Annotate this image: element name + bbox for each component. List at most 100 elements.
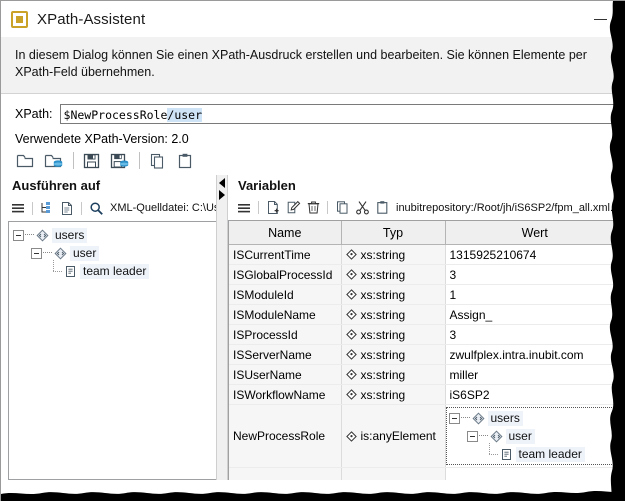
variables-table-container[interactable]: Name Typ Wert ISCurrentTime xs:string 13… bbox=[228, 220, 625, 480]
tree-node-label: team leader bbox=[516, 447, 585, 462]
cell-name: ISGlobalProcessId bbox=[229, 265, 341, 285]
cell-name: ISServerName bbox=[229, 345, 341, 365]
open-file-button[interactable] bbox=[13, 149, 39, 173]
cell-value: 1 bbox=[445, 285, 625, 305]
value-tree[interactable]: users user bbox=[446, 407, 625, 465]
cell-value: miller bbox=[445, 365, 625, 385]
tree-connector bbox=[49, 264, 63, 278]
cell-empty bbox=[229, 468, 341, 480]
text-node-icon bbox=[500, 448, 513, 461]
xpath-value-text: $NewProcessRole bbox=[64, 108, 168, 122]
xpath-version-label: Verwendete XPath-Version: 2.0 bbox=[1, 125, 625, 145]
cell-name: ISProcessId bbox=[229, 325, 341, 345]
tree-connector bbox=[25, 234, 34, 236]
table-row[interactable]: ISProcessId xs:string 3 bbox=[229, 325, 625, 345]
text-node-icon bbox=[64, 265, 77, 278]
xpath-section: XPath: $NewProcessRole/user Verwendete X… bbox=[1, 94, 625, 145]
panel-splitter[interactable] bbox=[216, 175, 228, 480]
copy-icon[interactable] bbox=[332, 198, 352, 218]
paste-button[interactable] bbox=[173, 149, 199, 173]
variables-panel-title: Variablen bbox=[228, 175, 625, 197]
tree-connector bbox=[461, 417, 470, 419]
expand-toggle-icon[interactable] bbox=[449, 413, 460, 424]
cell-type: xs:string bbox=[341, 385, 445, 405]
xpath-label: XPath: bbox=[15, 107, 53, 121]
expand-toggle-icon[interactable] bbox=[31, 248, 42, 259]
toolbar-separator bbox=[81, 202, 82, 215]
tree-node-user[interactable]: user bbox=[449, 427, 622, 445]
variables-table-body: ISCurrentTime xs:string 1315925210674 IS… bbox=[229, 245, 625, 480]
table-row[interactable]: ISModuleId xs:string 1 bbox=[229, 285, 625, 305]
source-tree[interactable]: users user bbox=[8, 221, 216, 480]
cell-type: xs:string bbox=[341, 305, 445, 325]
tree-node-label: user bbox=[506, 429, 535, 444]
toolbar-separator bbox=[32, 202, 33, 215]
expand-toggle-icon[interactable] bbox=[467, 431, 478, 442]
toolbar-separator bbox=[73, 152, 74, 169]
variables-panel: Variablen bbox=[228, 175, 625, 480]
hamburger-menu-icon[interactable] bbox=[234, 198, 254, 218]
save-repository-button[interactable] bbox=[107, 149, 133, 173]
column-header-type[interactable]: Typ bbox=[341, 221, 445, 245]
table-row[interactable]: ISCurrentTime xs:string 1315925210674 bbox=[229, 245, 625, 265]
cut-icon[interactable] bbox=[352, 198, 372, 218]
toolbar-separator bbox=[139, 152, 140, 169]
cell-type-label: xs:string bbox=[361, 288, 406, 302]
column-header-value[interactable]: Wert bbox=[445, 221, 625, 245]
cell-type: xs:string bbox=[341, 265, 445, 285]
new-variable-icon[interactable] bbox=[263, 198, 283, 218]
xml-source-label: XML-Quelldatei: C:\Users\he bbox=[110, 202, 216, 214]
save-file-button[interactable] bbox=[79, 149, 105, 173]
column-header-name[interactable]: Name bbox=[229, 221, 341, 245]
search-icon[interactable] bbox=[86, 198, 106, 218]
type-icon bbox=[346, 289, 357, 300]
cell-value-tree[interactable]: users user bbox=[445, 405, 625, 468]
source-panel: Ausführen auf XML-Quelldatei: C:\Users\h… bbox=[2, 175, 216, 480]
expand-toggle-icon[interactable] bbox=[13, 230, 24, 241]
table-row[interactable]: ISServerName xs:string zwulfplex.intra.i… bbox=[229, 345, 625, 365]
table-row[interactable]: ISWorkflowName xs:string iS6SP2 bbox=[229, 385, 625, 405]
cell-empty bbox=[341, 468, 445, 480]
collapse-right-icon[interactable] bbox=[219, 190, 225, 200]
cell-type: xs:string bbox=[341, 365, 445, 385]
xpath-input[interactable]: $NewProcessRole/user bbox=[60, 104, 617, 124]
tree-collapse-icon[interactable] bbox=[37, 198, 57, 218]
page-title: XPath-Assistent bbox=[37, 11, 145, 28]
tree-node-team-leader[interactable]: team leader bbox=[13, 262, 216, 280]
type-icon bbox=[346, 329, 357, 340]
minimize-button[interactable] bbox=[585, 6, 615, 32]
table-row[interactable]: ISGlobalProcessId xs:string 3 bbox=[229, 265, 625, 285]
cell-type: xs:string bbox=[341, 245, 445, 265]
edit-variable-icon[interactable] bbox=[283, 198, 303, 218]
hamburger-menu-icon[interactable] bbox=[8, 198, 28, 218]
copy-button[interactable] bbox=[145, 149, 171, 173]
tree-node-team-leader[interactable]: team leader bbox=[449, 445, 622, 463]
table-row[interactable]: ISUserName xs:string miller bbox=[229, 365, 625, 385]
tree-node-label: team leader bbox=[80, 264, 149, 279]
tree-connector bbox=[485, 447, 499, 461]
source-panel-toolbar: XML-Quelldatei: C:\Users\he bbox=[2, 197, 216, 219]
document-icon[interactable] bbox=[57, 198, 77, 218]
delete-variable-icon[interactable] bbox=[303, 198, 323, 218]
toolbar-separator bbox=[327, 201, 328, 214]
table-row[interactable]: NewProcessRole is:anyElement bbox=[229, 405, 625, 468]
cell-type: xs:string bbox=[341, 345, 445, 365]
tree-node-label: user bbox=[70, 246, 99, 261]
tree-connector bbox=[43, 252, 52, 254]
tree-node-user[interactable]: user bbox=[13, 244, 216, 262]
collapse-left-icon[interactable] bbox=[219, 178, 225, 188]
paste-icon[interactable] bbox=[372, 198, 392, 218]
cell-value: 3 bbox=[445, 325, 625, 345]
description-line-1: In diesem Dialog können Sie einen XPath-… bbox=[15, 48, 587, 62]
xpath-assistant-icon bbox=[11, 11, 28, 28]
cell-name: NewProcessRole bbox=[229, 405, 341, 468]
main-toolbar bbox=[1, 145, 625, 175]
cell-type: xs:string bbox=[341, 285, 445, 305]
table-row[interactable]: ISModuleName xs:string Assign_ bbox=[229, 305, 625, 325]
cell-name: ISWorkflowName bbox=[229, 385, 341, 405]
type-icon bbox=[346, 369, 357, 380]
open-repository-button[interactable] bbox=[41, 149, 67, 173]
tree-node-users[interactable]: users bbox=[449, 409, 622, 427]
cell-type-label: xs:string bbox=[361, 308, 406, 322]
tree-node-users[interactable]: users bbox=[13, 226, 216, 244]
